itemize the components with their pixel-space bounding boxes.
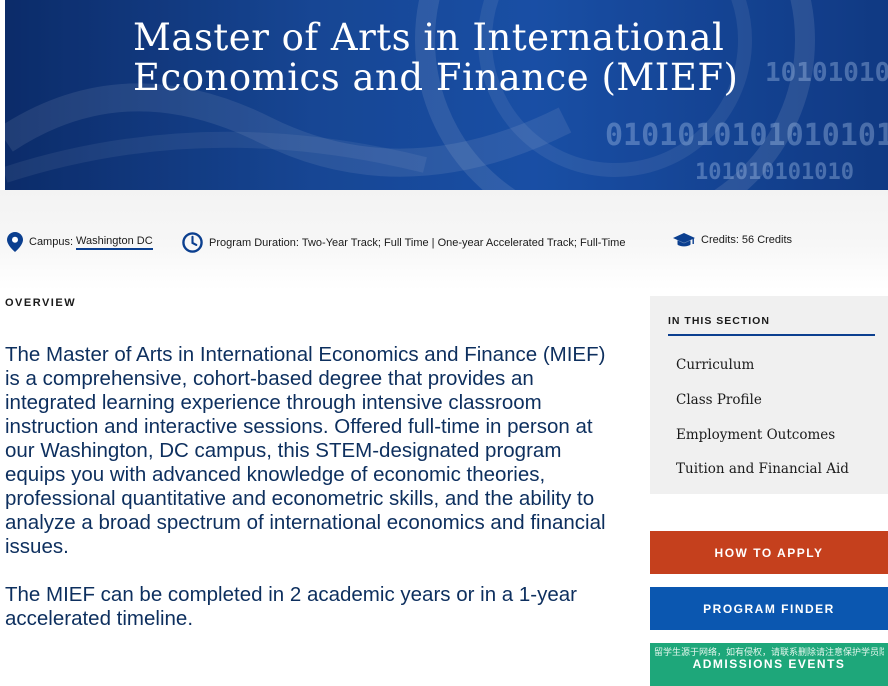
overview-paragraph: The MIEF can be completed in 2 academic …: [5, 583, 577, 630]
map-pin-icon: [7, 232, 23, 252]
section-nav-divider: [668, 334, 875, 336]
page-title: Master of Arts in International Economic…: [133, 18, 813, 98]
program-info-bar: Campus: Washington DC Program Duration: …: [0, 190, 888, 290]
overview-paragraph: The Master of Arts in International Econ…: [5, 343, 606, 558]
credits-info: Credits: 56 Credits: [673, 232, 792, 248]
nav-link-curriculum[interactable]: Curriculum: [676, 357, 754, 373]
nav-link-employment-outcomes[interactable]: Employment Outcomes: [676, 427, 835, 443]
clock-icon: [182, 232, 203, 253]
hero-banner: 1010101010101010 0101010101010101 101010…: [5, 0, 888, 190]
page-title-line2: Economics and Finance (MIEF): [133, 56, 739, 99]
campus-label: Campus:: [29, 236, 74, 248]
hero-binary-text: 0101010101010101: [605, 118, 888, 153]
program-finder-button[interactable]: PROGRAM FINDER: [650, 587, 888, 630]
credits-label: Credits:: [701, 234, 739, 246]
credits-value: 56 Credits: [741, 234, 793, 246]
overview-heading: OVERVIEW: [5, 297, 77, 309]
nav-link-tuition-financial-aid[interactable]: Tuition and Financial Aid: [676, 461, 849, 477]
campus-link[interactable]: Washington DC: [76, 235, 153, 250]
admissions-events-button[interactable]: 留学生源于网络，如有侵权，请联系删除请注意保护学员隐私 ADMISSIONS E…: [650, 643, 888, 686]
admissions-events-label: ADMISSIONS EVENTS: [692, 657, 846, 671]
section-nav-heading: IN THIS SECTION: [668, 315, 770, 327]
how-to-apply-label: HOW TO APPLY: [714, 545, 824, 560]
campus-info: Campus: Washington DC: [7, 232, 153, 252]
page-title-line1: Master of Arts in International: [133, 16, 725, 59]
graduation-cap-icon: [673, 232, 695, 248]
program-finder-label: PROGRAM FINDER: [703, 601, 835, 616]
hero-binary-text: 101010101010: [695, 160, 854, 185]
nav-link-class-profile[interactable]: Class Profile: [676, 392, 762, 408]
in-this-section-nav: IN THIS SECTION Curriculum Class Profile…: [650, 296, 888, 494]
overview-body: The Master of Arts in International Econ…: [5, 343, 615, 655]
how-to-apply-button[interactable]: HOW TO APPLY: [650, 531, 888, 574]
overlay-ticker-text: 留学生源于网络，如有侵权，请联系删除请注意保护学员隐私: [654, 647, 884, 657]
duration-value: Two-Year Track; Full Time | One-year Acc…: [301, 236, 626, 249]
duration-label: Program Duration:: [209, 236, 299, 249]
duration-info: Program Duration: Two-Year Track; Full T…: [182, 232, 625, 253]
